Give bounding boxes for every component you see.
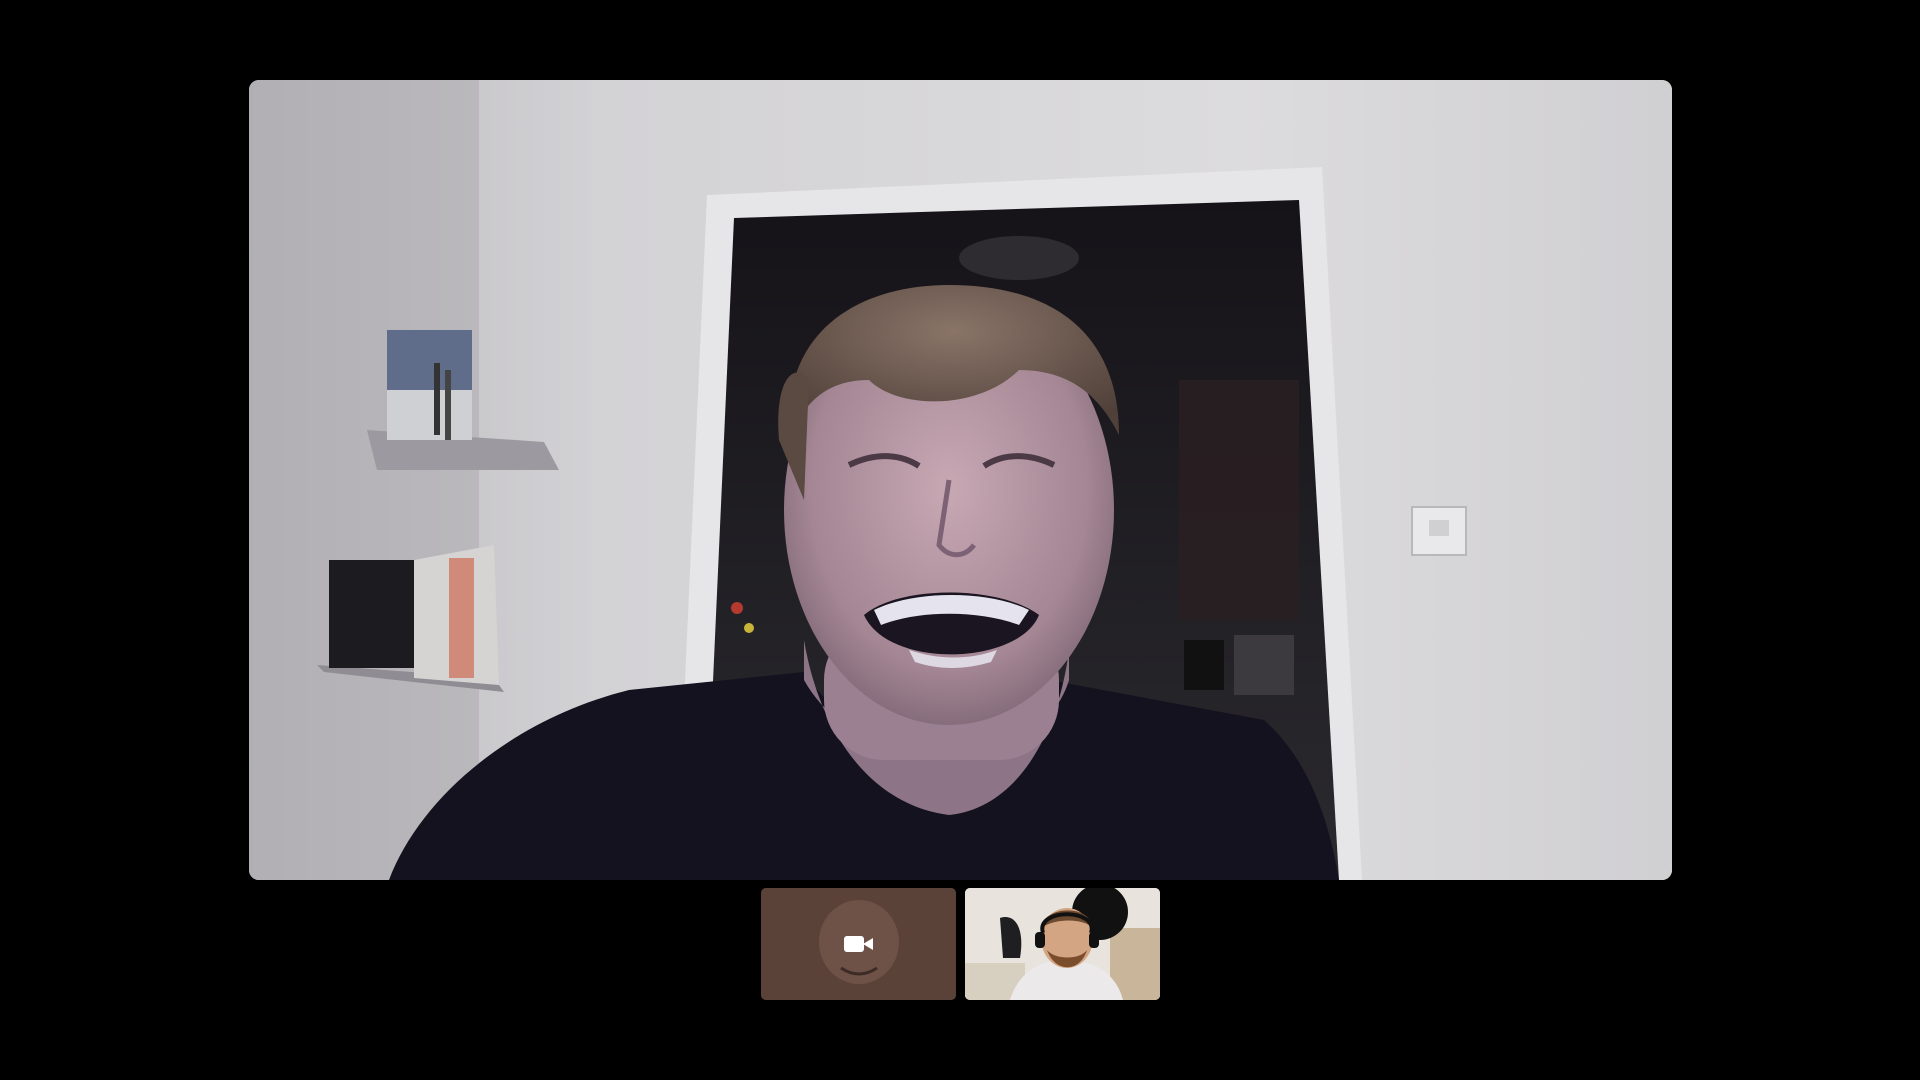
- participant-thumbnail-strip: [761, 888, 1160, 1000]
- remote-video-feed: [965, 888, 1160, 1000]
- camera-off-icon: [843, 934, 874, 954]
- remote-participant-thumbnail[interactable]: [965, 888, 1160, 1000]
- camera-off-overlay: [761, 888, 956, 1000]
- main-video-feed: [249, 80, 1672, 880]
- main-video-tile[interactable]: [249, 80, 1672, 880]
- self-thumbnail[interactable]: [761, 888, 956, 1000]
